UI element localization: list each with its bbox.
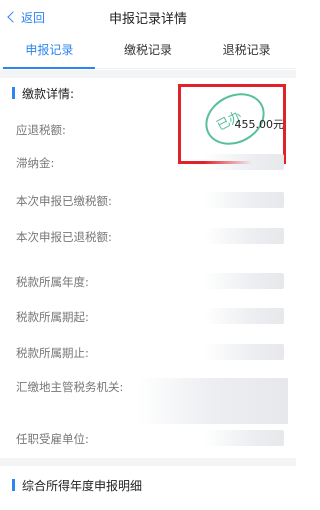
redacted-value (204, 154, 284, 170)
section-marker (12, 87, 15, 99)
top-nav: 返回 申报记录详情 (0, 0, 296, 34)
redacted-value (204, 308, 284, 324)
row-paid-tax: 本次申报已缴税额: (0, 187, 296, 214)
row-label: 应退税额: (16, 122, 66, 137)
payment-details-title: 缴款详情: (22, 86, 75, 101)
tab-refund-records[interactable]: 退税记录 (197, 34, 296, 68)
section-marker (12, 479, 15, 491)
row-label: 汇缴地主管税务机关: (16, 379, 124, 394)
row-label: 任职受雇单位: (16, 431, 89, 446)
redacted-value (204, 273, 284, 289)
row-employer: 任职受雇单位: (0, 425, 296, 452)
tab-payment-records[interactable]: 缴税记录 (99, 34, 198, 68)
row-label: 本次申报已缴税额: (16, 193, 112, 208)
redacted-value (204, 344, 284, 360)
row-label: 税款所属期起: (16, 309, 89, 324)
row-label: 税款所属年度: (16, 274, 89, 289)
annual-detail-header[interactable]: 综合所得年度申报明细 (0, 470, 296, 500)
tab-bar: 申报记录 缴税记录 退税记录 (0, 34, 296, 69)
row-label: 本次申报已退税额: (16, 229, 112, 244)
redacted-value (138, 378, 288, 424)
redacted-value (204, 192, 284, 208)
tab-declaration-records[interactable]: 申报记录 (0, 34, 99, 69)
section-gap (0, 70, 296, 78)
row-tax-year: 税款所属年度: (0, 268, 296, 295)
page-title: 申报记录详情 (108, 12, 187, 27)
row-period-end: 税款所属期止: (0, 339, 296, 366)
row-label: 滞纳金: (16, 155, 55, 170)
row-late-fee: 滞纳金: (0, 149, 296, 176)
row-period-start: 税款所属期起: (0, 303, 296, 330)
section-divider (0, 458, 296, 466)
redacted-value (204, 430, 284, 446)
row-label: 税款所属期止: (16, 345, 89, 360)
row-refunded-tax: 本次申报已退税额: (0, 223, 296, 250)
annual-detail-title: 综合所得年度申报明细 (22, 478, 143, 493)
redacted-value (204, 228, 284, 244)
